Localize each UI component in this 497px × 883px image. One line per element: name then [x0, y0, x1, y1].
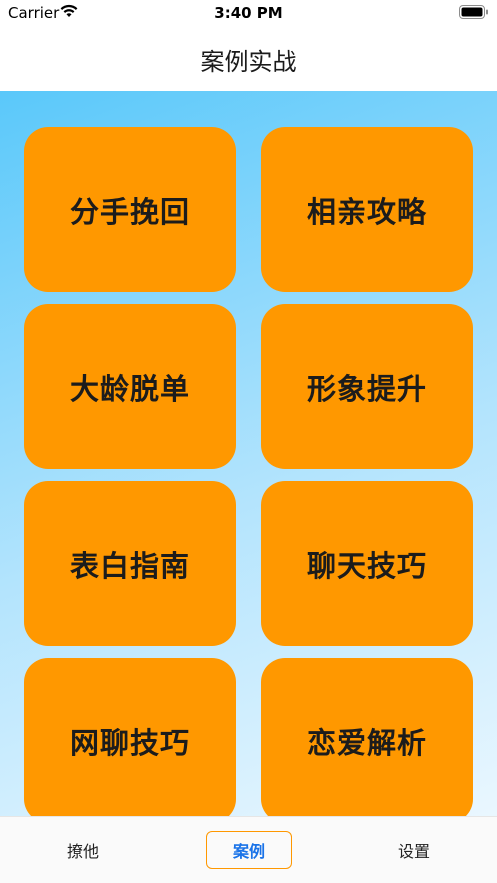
tile-label: 相亲攻略: [306, 194, 427, 229]
page-title: 案例实战: [200, 48, 297, 76]
tile-label: 分手挽回: [69, 194, 190, 229]
tile-label: 聊天技巧: [306, 548, 427, 583]
battery-icon: [459, 5, 488, 19]
tile-label: 大龄脱单: [69, 371, 190, 406]
tile-love-analysis[interactable]: 恋爱解析: [261, 658, 473, 816]
tile-chat-skills[interactable]: 聊天技巧: [261, 481, 473, 646]
case-grid: 分手挽回 相亲攻略 大龄脱单 形象提升 表白指南 聊天技巧 网聊技巧 恋爱解析: [0, 91, 497, 816]
tab-settings[interactable]: 设置: [371, 831, 457, 869]
tile-label: 表白指南: [69, 548, 190, 583]
navigation-bar: 案例实战: [0, 28, 497, 91]
tile-breakup-recovery[interactable]: 分手挽回: [24, 127, 236, 292]
tile-online-chat-skills[interactable]: 网聊技巧: [24, 658, 236, 816]
tile-blind-date-guide[interactable]: 相亲攻略: [261, 127, 473, 292]
status-bar: Carrier 3:40 PM: [0, 0, 497, 28]
tile-label: 恋爱解析: [306, 725, 427, 760]
tile-older-singles[interactable]: 大龄脱单: [24, 304, 236, 469]
tile-image-improvement[interactable]: 形象提升: [261, 304, 473, 469]
tab-flirt[interactable]: 撩他: [40, 831, 126, 869]
status-time: 3:40 PM: [214, 4, 283, 22]
tile-label: 网聊技巧: [69, 725, 190, 760]
tab-cases[interactable]: 案例: [206, 831, 292, 869]
tile-confession-guide[interactable]: 表白指南: [24, 481, 236, 646]
tab-bar: 撩他 案例 设置: [0, 816, 497, 883]
tile-label: 形象提升: [306, 371, 427, 406]
